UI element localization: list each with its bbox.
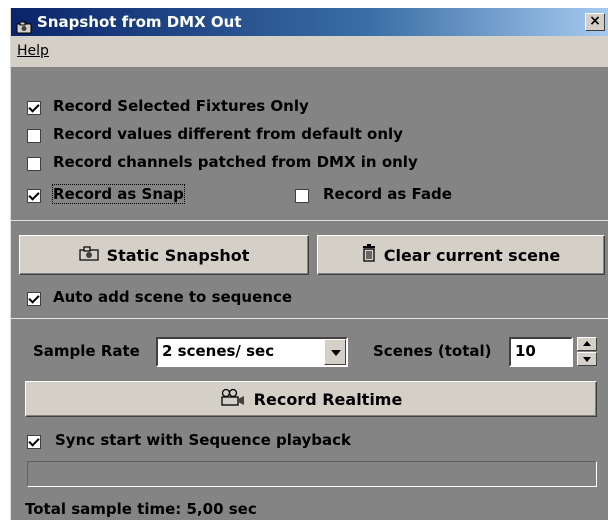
record-values-different-checkbox[interactable] [27, 129, 41, 143]
title-bar[interactable]: Snapshot from DMX Out × [11, 8, 608, 36]
spin-up-icon[interactable] [577, 337, 597, 351]
static-snapshot-button[interactable]: Static Snapshot [19, 235, 309, 275]
sample-rate-select[interactable]: 2 scenes/ sec [156, 337, 348, 367]
video-camera-icon [220, 388, 246, 410]
record-options-panel: Record Selected Fixtures Only Record val… [11, 68, 608, 220]
total-sample-time-label: Total sample time: 5,00 sec [25, 500, 257, 518]
close-button[interactable]: × [585, 13, 605, 31]
record-realtime-button[interactable]: Record Realtime [25, 381, 597, 417]
record-selected-fixtures-checkbox[interactable] [27, 101, 41, 115]
static-snapshot-label: Static Snapshot [106, 245, 250, 265]
chevron-down-icon[interactable] [324, 339, 346, 365]
sample-progress-bar [27, 461, 597, 487]
window-title: Snapshot from DMX Out [37, 13, 242, 31]
realtime-panel: Sample Rate 2 scenes/ sec Scenes (total)… [11, 318, 608, 520]
record-realtime-label: Record Realtime [253, 389, 403, 409]
scenes-total-value: 10 [515, 342, 536, 360]
record-selected-fixtures-label: Record Selected Fixtures Only [53, 97, 309, 115]
camera-icon [16, 15, 32, 34]
record-channels-patched-checkbox[interactable] [27, 157, 41, 171]
clear-current-scene-label: Clear current scene [383, 245, 561, 265]
camera-icon [78, 245, 99, 265]
snapshot-dialog: Snapshot from DMX Out × Help Record Sele… [10, 8, 608, 520]
record-as-snap-checkbox[interactable] [27, 189, 41, 203]
trash-icon [362, 244, 376, 266]
spin-down-icon[interactable] [577, 352, 597, 366]
auto-add-scene-checkbox[interactable] [27, 292, 41, 306]
sample-rate-label: Sample Rate [33, 342, 140, 360]
sample-rate-value: 2 scenes/ sec [162, 342, 275, 360]
menu-item-help[interactable]: Help [17, 43, 49, 59]
top-strip [0, 0, 608, 8]
record-values-different-label: Record values different from default onl… [53, 125, 403, 143]
record-channels-patched-label: Record channels patched from DMX in only [53, 153, 418, 171]
record-as-snap-label: Record as Snap [52, 184, 185, 204]
record-as-fade-label: Record as Fade [323, 185, 452, 203]
sync-start-checkbox[interactable] [27, 435, 41, 449]
scenes-total-label: Scenes (total) [373, 342, 492, 360]
sync-start-label: Sync start with Sequence playback [55, 431, 352, 449]
scenes-total-input[interactable]: 10 [509, 337, 573, 367]
clear-current-scene-button[interactable]: Clear current scene [317, 235, 605, 275]
menu-bar: Help [11, 36, 608, 68]
record-as-fade-checkbox[interactable] [295, 189, 309, 203]
auto-add-scene-label: Auto add scene to sequence [53, 288, 293, 306]
snapshot-panel: Static Snapshot Clear current scene Auto… [11, 220, 608, 318]
